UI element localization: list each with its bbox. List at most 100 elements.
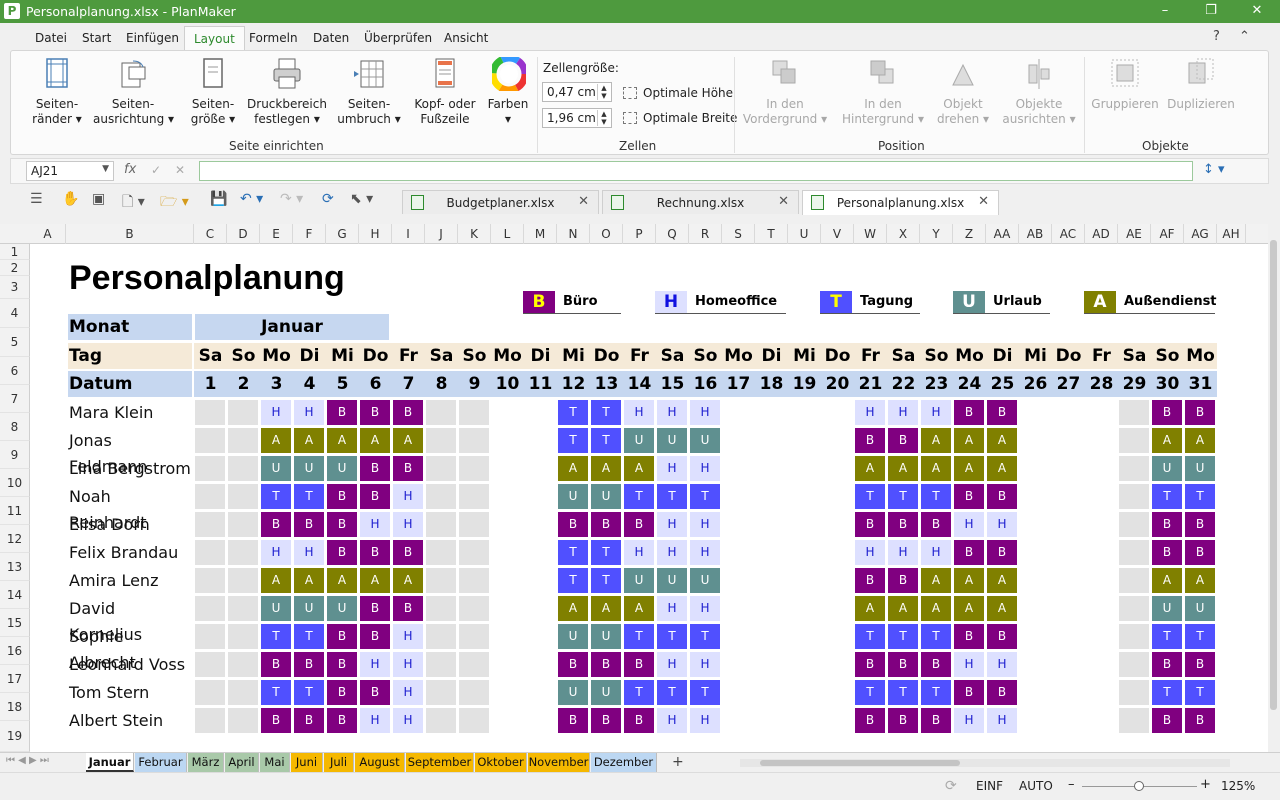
schedule-cell[interactable]: B [360, 540, 390, 565]
row-header-16[interactable]: 16 [0, 637, 30, 665]
schedule-cell[interactable]: T [888, 680, 918, 705]
schedule-cell[interactable]: A [987, 428, 1017, 453]
schedule-cell[interactable]: B [360, 484, 390, 509]
sheet-tab-november[interactable]: November [528, 753, 590, 772]
schedule-cell[interactable] [1053, 540, 1083, 565]
schedule-cell[interactable]: A [294, 428, 324, 453]
undo-icon[interactable]: ↶ ▾ [240, 191, 263, 207]
schedule-cell[interactable] [492, 568, 522, 593]
employee-name[interactable]: Mara Klein [69, 400, 193, 426]
schedule-cell[interactable]: A [261, 428, 291, 453]
schedule-cell[interactable] [1020, 484, 1050, 509]
schedule-cell[interactable] [195, 484, 225, 509]
schedule-cell[interactable]: H [657, 512, 687, 537]
employee-name[interactable]: Elisa Dorn [69, 512, 193, 538]
row-header-10[interactable]: 10 [0, 469, 30, 497]
schedule-cell[interactable]: H [987, 652, 1017, 677]
column-header-af[interactable]: AF [1151, 224, 1184, 244]
schedule-cell[interactable] [756, 680, 786, 705]
column-header-ag[interactable]: AG [1184, 224, 1217, 244]
schedule-cell[interactable] [1086, 512, 1116, 537]
schedule-cell[interactable]: T [591, 400, 621, 425]
schedule-cell[interactable] [525, 596, 555, 621]
schedule-cell[interactable]: H [657, 400, 687, 425]
row-header-8[interactable]: 8 [0, 413, 30, 441]
schedule-cell[interactable]: B [888, 568, 918, 593]
schedule-cell[interactable] [1020, 624, 1050, 649]
spin-arrows-icon[interactable]: ▲ ▼ [597, 110, 610, 126]
schedule-cell[interactable] [459, 512, 489, 537]
schedule-cell[interactable]: T [888, 484, 918, 509]
hamburger-menu-icon[interactable]: ☰ [30, 191, 43, 207]
schedule-cell[interactable] [228, 428, 258, 453]
schedule-cell[interactable]: T [1185, 484, 1215, 509]
column-header-e[interactable]: E [260, 224, 293, 244]
row-header-14[interactable]: 14 [0, 581, 30, 609]
schedule-cell[interactable]: B [1185, 708, 1215, 733]
schedule-cell[interactable]: H [261, 540, 291, 565]
zoom-in-button[interactable]: + [1200, 777, 1211, 792]
schedule-cell[interactable]: B [855, 428, 885, 453]
schedule-cell[interactable] [228, 624, 258, 649]
schedule-cell[interactable] [822, 568, 852, 593]
schedule-cell[interactable]: H [624, 400, 654, 425]
schedule-cell[interactable] [1086, 708, 1116, 733]
schedule-cell[interactable] [426, 652, 456, 677]
calc-mode[interactable]: AUTO [1019, 779, 1053, 793]
schedule-cell[interactable]: T [591, 428, 621, 453]
schedule-cell[interactable] [1020, 428, 1050, 453]
schedule-cell[interactable] [1020, 652, 1050, 677]
schedule-cell[interactable] [459, 484, 489, 509]
schedule-cell[interactable]: U [294, 456, 324, 481]
schedule-cell[interactable] [525, 680, 555, 705]
horizontal-scrollbar[interactable] [740, 759, 1230, 767]
schedule-cell[interactable] [1086, 400, 1116, 425]
hintergrund-button[interactable]: In den Hintergrund ▾ [839, 57, 927, 127]
column-header-r[interactable]: R [689, 224, 722, 244]
schedule-cell[interactable] [1119, 652, 1149, 677]
schedule-cell[interactable]: H [690, 400, 720, 425]
schedule-cell[interactable]: H [987, 708, 1017, 733]
schedule-cell[interactable] [1119, 400, 1149, 425]
new-document-icon[interactable]: 🗋 ▾ [122, 191, 145, 215]
schedule-cell[interactable]: B [327, 512, 357, 537]
column-header-z[interactable]: Z [953, 224, 986, 244]
sheet-tab-juni[interactable]: Juni [291, 753, 323, 772]
schedule-cell[interactable] [459, 708, 489, 733]
schedule-cell[interactable] [195, 652, 225, 677]
schedule-cell[interactable]: H [360, 512, 390, 537]
schedule-cell[interactable]: H [921, 400, 951, 425]
schedule-cell[interactable]: B [987, 680, 1017, 705]
column-header-o[interactable]: O [590, 224, 623, 244]
schedule-cell[interactable]: B [954, 484, 984, 509]
schedule-cell[interactable]: H [294, 540, 324, 565]
schedule-cell[interactable] [195, 624, 225, 649]
schedule-cell[interactable]: B [987, 400, 1017, 425]
schedule-cell[interactable] [228, 540, 258, 565]
schedule-cell[interactable]: T [1152, 484, 1182, 509]
schedule-cell[interactable] [756, 624, 786, 649]
schedule-cell[interactable] [723, 428, 753, 453]
schedule-cell[interactable]: B [360, 400, 390, 425]
column-header-i[interactable]: I [392, 224, 425, 244]
schedule-cell[interactable]: B [1152, 540, 1182, 565]
seitenausrichtung-button[interactable]: Seiten- ausrichtung ▾ [93, 57, 174, 127]
schedule-cell[interactable]: B [987, 540, 1017, 565]
schedule-cell[interactable]: T [558, 428, 588, 453]
column-header-t[interactable]: T [755, 224, 788, 244]
schedule-cell[interactable]: B [855, 568, 885, 593]
schedule-cell[interactable] [723, 596, 753, 621]
schedule-cell[interactable] [1119, 428, 1149, 453]
schedule-cell[interactable] [1053, 484, 1083, 509]
schedule-cell[interactable] [822, 624, 852, 649]
schedule-cell[interactable] [459, 400, 489, 425]
schedule-cell[interactable] [1020, 512, 1050, 537]
schedule-cell[interactable]: B [1152, 512, 1182, 537]
help-icon[interactable]: ? [1213, 29, 1220, 44]
schedule-cell[interactable] [1086, 484, 1116, 509]
schedule-cell[interactable] [195, 540, 225, 565]
schedule-cell[interactable]: B [327, 680, 357, 705]
schedule-cell[interactable] [426, 456, 456, 481]
schedule-cell[interactable] [1020, 596, 1050, 621]
schedule-cell[interactable]: U [327, 596, 357, 621]
